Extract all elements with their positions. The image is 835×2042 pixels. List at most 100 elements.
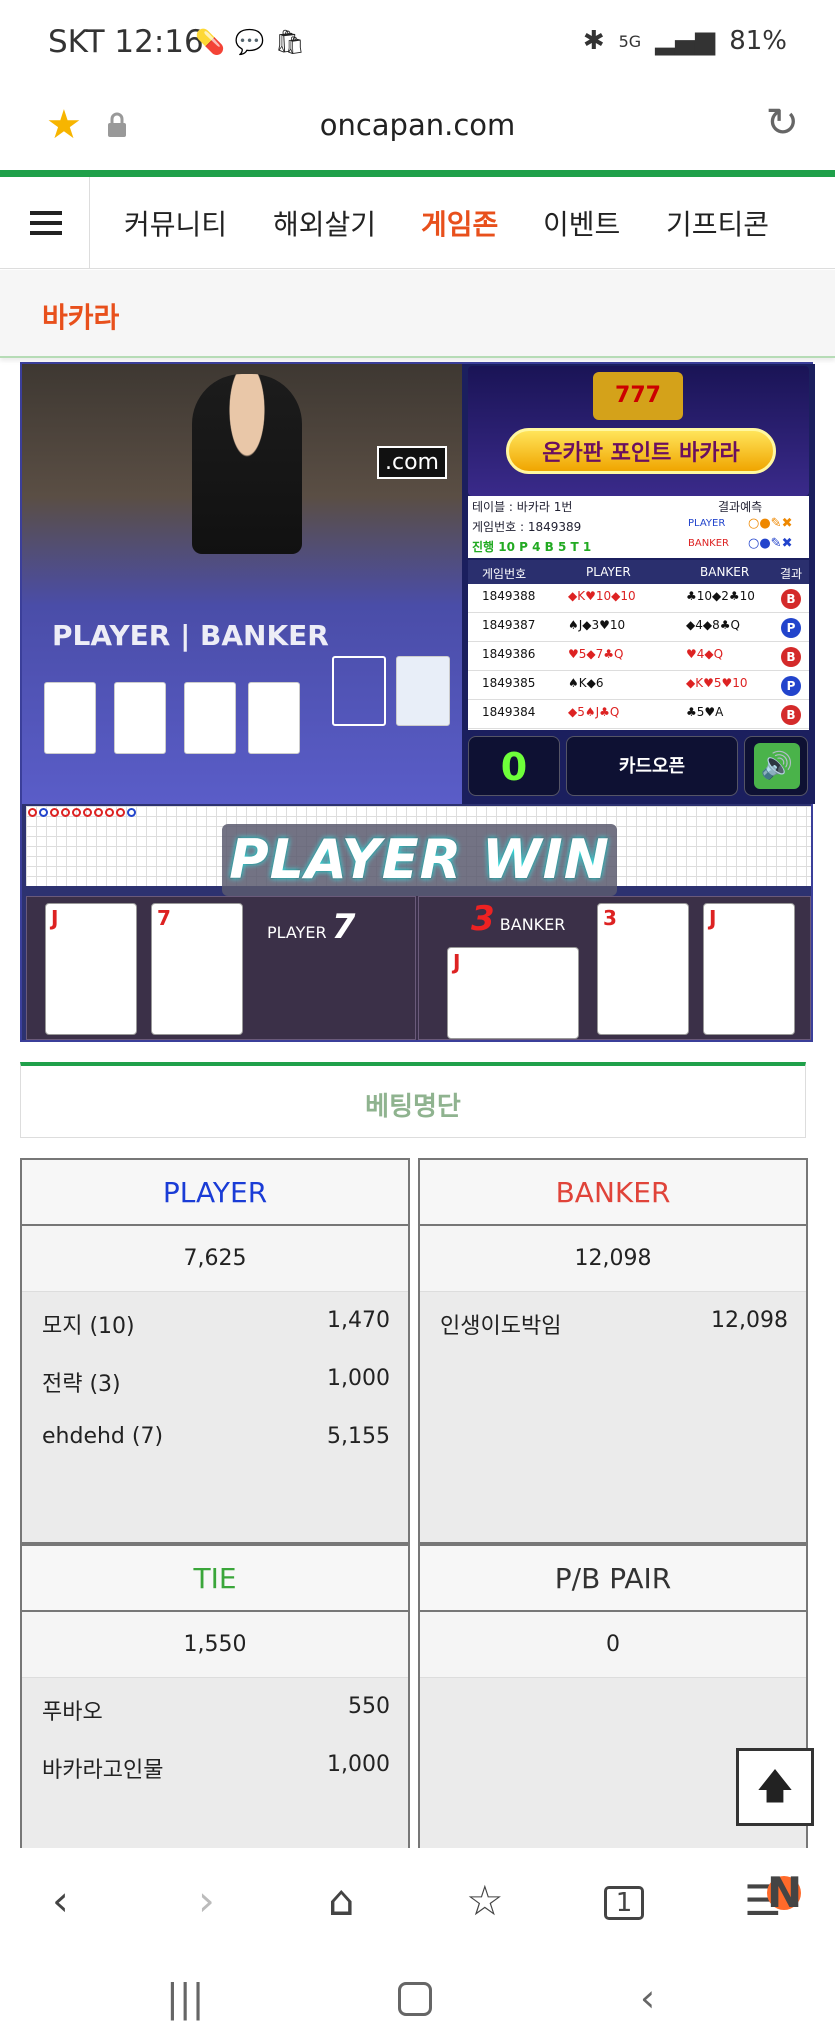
reload-icon[interactable]: ↻	[765, 100, 799, 146]
status-bar: SKT 12:16 💊 💬 🛍 ✱ 5G ▂▄▆ 81%	[0, 0, 835, 90]
table-name: 테이블 : 바카라 1번	[472, 500, 573, 514]
results-header-cell: 결과	[780, 567, 803, 581]
result-badge: P	[781, 676, 801, 696]
road-dot	[72, 808, 81, 817]
bet-total: 7,625	[22, 1226, 408, 1292]
progress-stats: 진행 10 P 4 B 5 T 1	[472, 540, 592, 554]
road-dot	[116, 808, 125, 817]
video-card	[44, 682, 96, 754]
dealer-image	[192, 374, 302, 554]
game-number: 게임번호 : 1849389	[472, 520, 582, 534]
list-item: 인생이도박임 12,098	[420, 1292, 806, 1350]
video-card-back	[396, 656, 450, 726]
video-card-slot	[332, 656, 386, 726]
table-row: 1849386 ♥5◆7♣Q ♥4◆Q B	[468, 642, 809, 671]
bettor-name: 바카라고인물	[42, 1758, 164, 1783]
banker-hand: 3 BANKER J 3 J	[418, 896, 811, 1040]
home-icon[interactable]: ⌂	[328, 1876, 355, 1925]
playing-card: J	[447, 947, 579, 1039]
sound-toggle[interactable]: 🔊	[744, 736, 808, 796]
recent-apps-icon[interactable]: |||	[166, 1976, 204, 2020]
bet-total: 1,550	[22, 1612, 408, 1678]
bet-table-player: PLAYER 7,625 모지 (10) 1,470 전략 (3) 1,000 eh…	[20, 1158, 410, 1544]
signal-icon: ▂▄▆	[655, 26, 716, 56]
table-row: 1849384 ◆5♠J♣Q ♣5♥A B	[468, 700, 809, 729]
list-item: 푸바오 550	[22, 1678, 408, 1736]
forward-icon[interactable]: ›	[198, 1876, 215, 1925]
bettor-name: ehdehd (7)	[42, 1424, 164, 1449]
network-label: 5G	[618, 31, 642, 51]
talk-icon: 💬	[234, 28, 265, 56]
promo-banner: 777 온카판 포인트 바카라	[468, 366, 809, 496]
hamburger-menu-icon[interactable]	[0, 177, 90, 269]
system-back-icon[interactable]: ‹	[640, 1976, 655, 2020]
nav-item-overseas[interactable]: 해외살기	[273, 203, 376, 243]
results-cell: 1849388	[482, 589, 536, 603]
home-button-icon[interactable]	[398, 1982, 432, 2016]
table-row: 1849388 ◆K♥10◆10 ♣10◆2♣10 B	[468, 584, 809, 613]
video-player-banker-label: PLAYER | BANKER	[52, 619, 329, 652]
prediction-icons[interactable]: ○●✎✖	[748, 536, 792, 551]
bluetooth-icon: ✱	[582, 26, 605, 56]
results-cell: ♠J◆3♥10	[568, 618, 626, 632]
banner-title: 온카판 포인트 바카라	[506, 428, 776, 474]
back-icon[interactable]: ‹	[52, 1876, 69, 1925]
bettor-name: 전략 (3)	[42, 1372, 121, 1397]
results-cell: ♥5◆7♣Q	[568, 647, 624, 661]
results-header-cell: 게임번호	[482, 567, 527, 581]
bet-amount: 1,470	[327, 1308, 390, 1333]
video-card	[184, 682, 236, 754]
table-row: 1849387 ♠J◆3♥10 ◆4◆8♣Q P	[468, 613, 809, 642]
results-cell: ◆K♥10◆10	[568, 589, 636, 603]
prediction-player-label: PLAYER	[688, 518, 726, 529]
prediction-label: 결과예측	[718, 500, 763, 514]
system-navigation: ||| ‹	[0, 1958, 835, 2042]
result-badge: B	[781, 705, 801, 725]
game-info: 테이블 : 바카라 1번 게임번호 : 1849389 진행 10 P 4 B …	[468, 496, 809, 558]
banker-score-label: 3 BANKER	[471, 899, 566, 939]
bet-amount: 1,000	[327, 1752, 390, 1777]
hand-result: J 7 PLAYER 7 3 BANKER J 3 J	[26, 896, 811, 1040]
nav-item-giftcon[interactable]: 기프티콘	[666, 203, 769, 243]
scroll-to-top-button[interactable]: 🡅	[736, 1748, 814, 1826]
betting-list-header: 베팅명단	[20, 1062, 806, 1138]
game-controls: 0 카드오픈 🔊	[468, 736, 809, 798]
road-dot	[61, 808, 70, 817]
accent-bar	[0, 170, 835, 177]
bet-table-title: PLAYER	[22, 1160, 408, 1226]
slot-machine-image: 777	[593, 372, 683, 420]
url-text[interactable]: oncapan.com	[0, 108, 835, 142]
page-title: 바카라	[42, 301, 120, 334]
road-dot	[94, 808, 103, 817]
pill-icon: 💊	[195, 28, 225, 56]
results-cell: ♣10◆2♣10	[686, 589, 755, 603]
prediction-icons[interactable]: ○●✎✖	[748, 516, 792, 531]
bookmarks-icon[interactable]: ☆	[466, 1876, 504, 1925]
player-hand: J 7 PLAYER 7	[26, 896, 416, 1040]
bet-total: 12,098	[420, 1226, 806, 1292]
results-cell: ♠K◆6	[568, 676, 604, 690]
tabs-icon[interactable]: 1	[604, 1886, 644, 1920]
results-cell: 1849385	[482, 676, 536, 690]
list-item: ehdehd (7) 5,155	[22, 1408, 408, 1466]
result-badge: P	[781, 618, 801, 638]
result-badge: B	[781, 647, 801, 667]
list-item: 모지 (10) 1,470	[22, 1292, 408, 1350]
road-dot	[28, 808, 37, 817]
results-table: 게임번호 PLAYER BANKER 결과 1849388 ◆K♥10◆10 ♣…	[468, 560, 809, 730]
betting-list-title: 베팅명단	[365, 1092, 461, 1122]
bettor-name: 푸바오	[42, 1700, 103, 1725]
live-video: .com PLAYER | BANKER	[22, 364, 462, 804]
countdown-display: 0	[468, 736, 560, 796]
main-nav: 커뮤니티 해외살기 게임존 이벤트 기프티콘	[0, 177, 835, 269]
nav-item-gamezone[interactable]: 게임존	[421, 203, 498, 243]
nav-item-event[interactable]: 이벤트	[543, 203, 620, 243]
list-item: 전략 (3) 1,000	[22, 1350, 408, 1408]
nav-item-community[interactable]: 커뮤니티	[124, 203, 227, 243]
video-card	[248, 682, 300, 754]
results-cell: ♥4◆Q	[686, 647, 724, 661]
results-cell: ♣5♥A	[686, 705, 724, 719]
sub-header: 바카라	[0, 270, 835, 358]
battery-text: 81%	[729, 26, 787, 56]
card-open-button[interactable]: 카드오픈	[566, 736, 738, 796]
